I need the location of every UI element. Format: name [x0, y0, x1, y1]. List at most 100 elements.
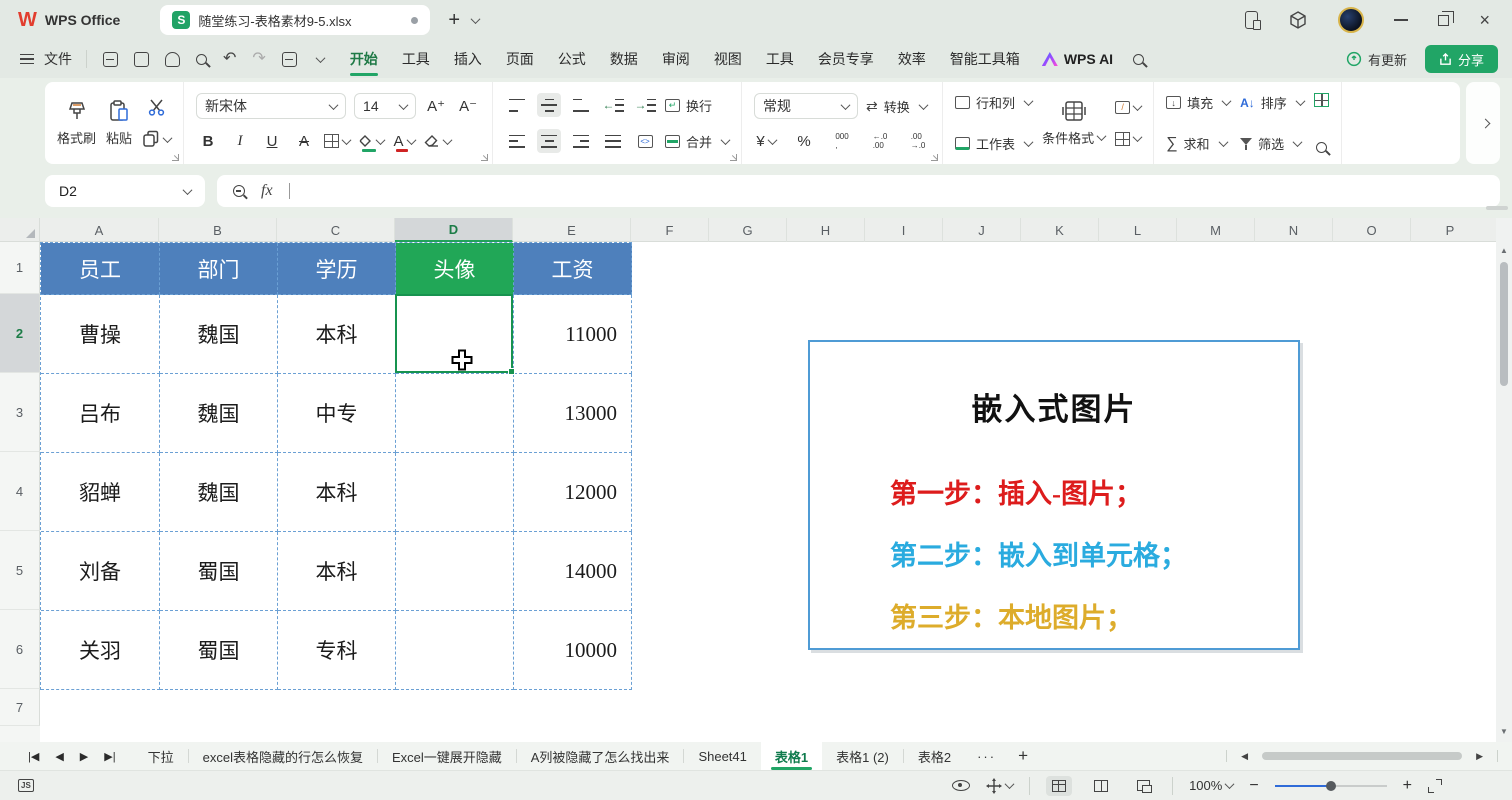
decrease-font-icon[interactable]: A⁻: [456, 94, 480, 118]
embedded-textbox[interactable]: 嵌入式图片 第一步：插入-图片； 第二步：嵌入到单元格； 第三步：本地图片；: [808, 340, 1300, 650]
eraser-button[interactable]: [424, 129, 451, 153]
font-name-select[interactable]: 新宋体: [196, 93, 346, 119]
align-bottom-button[interactable]: [569, 93, 593, 117]
add-sheet-button[interactable]: +: [1008, 746, 1038, 766]
row-header-4[interactable]: 4: [0, 452, 40, 531]
rows-columns-button[interactable]: 行和列: [955, 93, 1032, 112]
menu-data[interactable]: 数据: [598, 40, 650, 78]
menu-smart-toolbox[interactable]: 智能工具箱: [938, 40, 1032, 78]
menu-home[interactable]: 开始: [338, 40, 390, 78]
tab-scroll-right-icon[interactable]: ▶: [1476, 751, 1483, 762]
cell-d4[interactable]: [396, 453, 514, 532]
format-painter-button[interactable]: 格式刷: [57, 99, 96, 147]
column-header-p[interactable]: P: [1411, 218, 1489, 242]
redo-icon[interactable]: ↷: [252, 51, 265, 67]
scroll-up-icon[interactable]: ▲: [1496, 246, 1512, 255]
menu-page[interactable]: 页面: [494, 40, 546, 78]
devices-icon[interactable]: [1245, 11, 1258, 29]
more-sheets-button[interactable]: ···: [965, 749, 1008, 764]
cell-b3[interactable]: 魏国: [160, 374, 278, 453]
find-icon[interactable]: [1316, 142, 1327, 153]
cut-icon[interactable]: [147, 98, 167, 116]
font-color-button[interactable]: A: [392, 129, 416, 153]
cell-a4[interactable]: 貂蝉: [41, 453, 160, 532]
sort-button[interactable]: A↓ 排序: [1240, 93, 1304, 112]
sheet-tab[interactable]: A列被隐藏了怎么找出来: [517, 742, 684, 770]
fill-button[interactable]: ↓ 填充: [1166, 93, 1230, 112]
borders-button[interactable]: [324, 129, 350, 153]
close-button[interactable]: ×: [1479, 11, 1490, 29]
distribute-button[interactable]: <>: [633, 129, 657, 153]
thousands-separator-button[interactable]: 000,: [830, 129, 854, 153]
cell-b2[interactable]: 魏国: [160, 295, 278, 374]
row-header-1[interactable]: 1: [0, 242, 40, 294]
prev-sheet-icon[interactable]: ◀: [55, 750, 63, 763]
row-header-6[interactable]: 6: [0, 610, 40, 689]
menu-view[interactable]: 视图: [702, 40, 754, 78]
restore-button[interactable]: [1438, 15, 1449, 26]
share-button[interactable]: 分享: [1425, 45, 1498, 73]
column-header-j[interactable]: J: [943, 218, 1021, 242]
menu-efficiency[interactable]: 效率: [886, 40, 938, 78]
row-header-5[interactable]: 5: [0, 531, 40, 610]
fill-color-button[interactable]: [358, 129, 384, 153]
column-header-o[interactable]: O: [1333, 218, 1411, 242]
cell-c1[interactable]: 学历: [278, 243, 396, 295]
sheet-tab[interactable]: Excel一键展开隐藏: [378, 742, 516, 770]
cell-e2[interactable]: 11000: [514, 295, 632, 374]
view-mode-icon[interactable]: [282, 52, 297, 67]
cell-e4[interactable]: 12000: [514, 453, 632, 532]
align-top-button[interactable]: [505, 93, 529, 117]
menu-formulas[interactable]: 公式: [546, 40, 598, 78]
zoom-in-button[interactable]: +: [1403, 777, 1412, 795]
select-all-corner[interactable]: [0, 218, 40, 242]
increase-indent-button[interactable]: →: [633, 93, 657, 117]
eye-icon[interactable]: [952, 780, 970, 791]
ribbon-expand-strip[interactable]: [1466, 82, 1500, 164]
menu-membership[interactable]: 会员专享: [806, 40, 886, 78]
undo-icon[interactable]: ↶: [223, 51, 236, 67]
group-expander-icon[interactable]: [730, 154, 737, 161]
group-expander-icon[interactable]: [481, 154, 488, 161]
bold-button[interactable]: B: [196, 129, 220, 153]
cell-d1[interactable]: 头像: [396, 243, 514, 295]
increase-font-icon[interactable]: A⁺: [424, 94, 448, 118]
column-header-h[interactable]: H: [787, 218, 865, 242]
cells-icon[interactable]: [1314, 93, 1329, 107]
cell-a5[interactable]: 刘备: [41, 532, 160, 611]
page-break-view-button[interactable]: [1088, 776, 1114, 796]
column-header-f[interactable]: F: [631, 218, 709, 242]
conditional-format-button[interactable]: 条件格式: [1042, 99, 1105, 147]
column-header-m[interactable]: M: [1177, 218, 1255, 242]
row-header-2[interactable]: 2: [0, 294, 40, 373]
sheet-tab[interactable]: 表格2: [904, 742, 965, 770]
increase-decimal-button[interactable]: ←.0.00: [868, 129, 892, 153]
cell-a3[interactable]: 吕布: [41, 374, 160, 453]
tab-list-chevron-icon[interactable]: [471, 14, 481, 24]
cell-d6[interactable]: [396, 611, 514, 690]
column-header-n[interactable]: N: [1255, 218, 1333, 242]
tab-scroll-left-icon[interactable]: ◀: [1241, 751, 1248, 762]
cell-e3[interactable]: 13000: [514, 374, 632, 453]
strikethrough-button[interactable]: A: [292, 129, 316, 153]
fx-icon[interactable]: fx: [261, 182, 273, 200]
split-handle[interactable]: [1486, 206, 1508, 210]
formula-input[interactable]: fx: [217, 175, 1500, 207]
column-header-d[interactable]: D: [395, 218, 513, 242]
page-layout-view-button[interactable]: [1130, 776, 1156, 796]
group-expander-icon[interactable]: [172, 154, 179, 161]
number-format-select[interactable]: 常规: [754, 93, 858, 119]
scroll-down-icon[interactable]: ▼: [1496, 727, 1512, 736]
output-pdf-icon[interactable]: [134, 52, 149, 67]
cell-e1[interactable]: 工资: [514, 243, 632, 295]
file-menu[interactable]: 文件: [20, 49, 72, 69]
percent-button[interactable]: %: [792, 129, 816, 153]
horizontal-scroll-thumb[interactable]: [1262, 752, 1462, 760]
menu-tools-2[interactable]: 工具: [754, 40, 806, 78]
wrap-text-button[interactable]: ↵ 换行: [665, 96, 712, 115]
macro-js-icon[interactable]: JS: [18, 779, 34, 792]
fill-handle[interactable]: [508, 368, 515, 375]
cell-b4[interactable]: 魏国: [160, 453, 278, 532]
cell-c5[interactable]: 本科: [278, 532, 396, 611]
update-button[interactable]: 有更新: [1346, 50, 1407, 69]
